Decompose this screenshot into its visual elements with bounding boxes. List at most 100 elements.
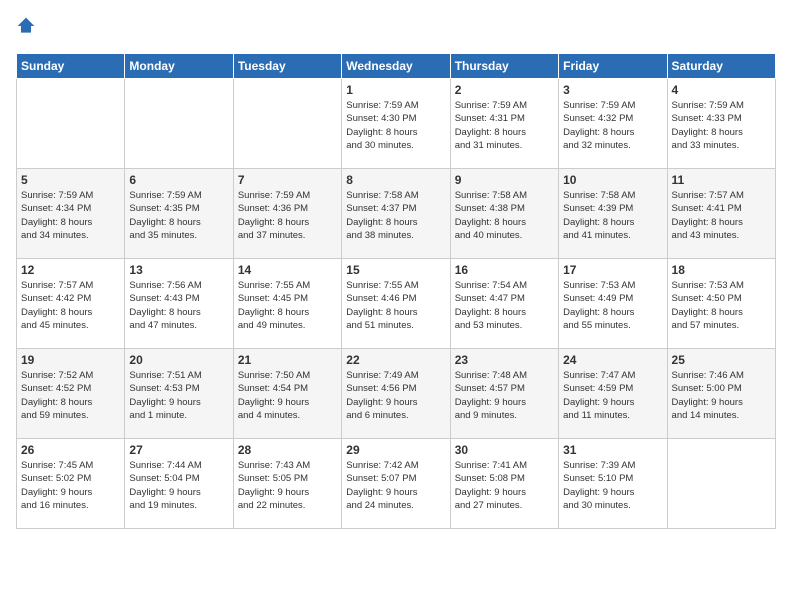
day-number: 28 (238, 443, 337, 457)
weekday-sunday: Sunday (17, 54, 125, 79)
day-info: Sunrise: 7:59 AM Sunset: 4:35 PM Dayligh… (129, 189, 228, 242)
day-number: 11 (672, 173, 771, 187)
calendar-cell: 26 Sunrise: 7:45 AM Sunset: 5:02 PM Dayli… (17, 439, 125, 529)
calendar-cell: 29 Sunrise: 7:42 AM Sunset: 5:07 PM Dayli… (342, 439, 450, 529)
logo (16, 16, 40, 41)
day-info: Sunrise: 7:55 AM Sunset: 4:45 PM Dayligh… (238, 279, 337, 332)
day-number: 4 (672, 83, 771, 97)
day-number: 17 (563, 263, 662, 277)
day-number: 12 (21, 263, 120, 277)
calendar-table: SundayMondayTuesdayWednesdayThursdayFrid… (16, 53, 776, 529)
calendar-cell: 13 Sunrise: 7:56 AM Sunset: 4:43 PM Dayli… (125, 259, 233, 349)
day-number: 30 (455, 443, 554, 457)
day-number: 10 (563, 173, 662, 187)
day-info: Sunrise: 7:41 AM Sunset: 5:08 PM Dayligh… (455, 459, 554, 512)
calendar-cell (667, 439, 775, 529)
page-header (16, 16, 776, 41)
day-number: 29 (346, 443, 445, 457)
day-info: Sunrise: 7:44 AM Sunset: 5:04 PM Dayligh… (129, 459, 228, 512)
calendar-cell: 2 Sunrise: 7:59 AM Sunset: 4:31 PM Daylig… (450, 79, 558, 169)
day-number: 16 (455, 263, 554, 277)
day-number: 2 (455, 83, 554, 97)
calendar-cell: 27Sunrise: 7:44 AM Sunset: 5:04 PM Dayli… (125, 439, 233, 529)
day-info: Sunrise: 7:42 AM Sunset: 5:07 PM Dayligh… (346, 459, 445, 512)
calendar-cell: 16 Sunrise: 7:54 AM Sunset: 4:47 PM Dayli… (450, 259, 558, 349)
weekday-thursday: Thursday (450, 54, 558, 79)
day-info: Sunrise: 7:58 AM Sunset: 4:37 PM Dayligh… (346, 189, 445, 242)
calendar-cell: 31 Sunrise: 7:39 AM Sunset: 5:10 PM Dayli… (559, 439, 667, 529)
day-info: Sunrise: 7:50 AM Sunset: 4:54 PM Dayligh… (238, 369, 337, 422)
day-number: 15 (346, 263, 445, 277)
day-number: 20 (129, 353, 228, 367)
day-info: Sunrise: 7:57 AM Sunset: 4:41 PM Dayligh… (672, 189, 771, 242)
day-info: Sunrise: 7:48 AM Sunset: 4:57 PM Dayligh… (455, 369, 554, 422)
calendar-cell: 19 Sunrise: 7:52 AM Sunset: 4:52 PM Dayli… (17, 349, 125, 439)
calendar-cell: 22 Sunrise: 7:49 AM Sunset: 4:56 PM Dayli… (342, 349, 450, 439)
calendar-cell: 20 Sunrise: 7:51 AM Sunset: 4:53 PM Dayli… (125, 349, 233, 439)
calendar-cell: 17 Sunrise: 7:53 AM Sunset: 4:49 PM Dayli… (559, 259, 667, 349)
day-number: 26 (21, 443, 120, 457)
day-info: Sunrise: 7:45 AM Sunset: 5:02 PM Dayligh… (21, 459, 120, 512)
day-info: Sunrise: 7:54 AM Sunset: 4:47 PM Dayligh… (455, 279, 554, 332)
calendar-week-4: 19 Sunrise: 7:52 AM Sunset: 4:52 PM Dayli… (17, 349, 776, 439)
weekday-friday: Friday (559, 54, 667, 79)
day-info: Sunrise: 7:39 AM Sunset: 5:10 PM Dayligh… (563, 459, 662, 512)
calendar-cell (125, 79, 233, 169)
calendar-cell: 11 Sunrise: 7:57 AM Sunset: 4:41 PM Dayli… (667, 169, 775, 259)
calendar-week-5: 26 Sunrise: 7:45 AM Sunset: 5:02 PM Dayli… (17, 439, 776, 529)
day-info: Sunrise: 7:59 AM Sunset: 4:36 PM Dayligh… (238, 189, 337, 242)
calendar-cell: 15 Sunrise: 7:55 AM Sunset: 4:46 PM Dayli… (342, 259, 450, 349)
calendar-cell: 7 Sunrise: 7:59 AM Sunset: 4:36 PM Daylig… (233, 169, 341, 259)
day-info: Sunrise: 7:59 AM Sunset: 4:31 PM Dayligh… (455, 99, 554, 152)
day-number: 18 (672, 263, 771, 277)
calendar-cell: 10 Sunrise: 7:58 AM Sunset: 4:39 PM Dayli… (559, 169, 667, 259)
calendar-cell: 28Sunrise: 7:43 AM Sunset: 5:05 PM Dayli… (233, 439, 341, 529)
calendar-cell (17, 79, 125, 169)
calendar-cell: 4 Sunrise: 7:59 AM Sunset: 4:33 PM Daylig… (667, 79, 775, 169)
day-info: Sunrise: 7:59 AM Sunset: 4:34 PM Dayligh… (21, 189, 120, 242)
day-info: Sunrise: 7:59 AM Sunset: 4:32 PM Dayligh… (563, 99, 662, 152)
weekday-saturday: Saturday (667, 54, 775, 79)
day-number: 6 (129, 173, 228, 187)
calendar-cell: 1 Sunrise: 7:59 AM Sunset: 4:30 PM Daylig… (342, 79, 450, 169)
day-number: 23 (455, 353, 554, 367)
calendar-cell: 12 Sunrise: 7:57 AM Sunset: 4:42 PM Dayli… (17, 259, 125, 349)
calendar-cell: 21 Sunrise: 7:50 AM Sunset: 4:54 PM Dayli… (233, 349, 341, 439)
calendar-cell: 23 Sunrise: 7:48 AM Sunset: 4:57 PM Dayli… (450, 349, 558, 439)
day-number: 3 (563, 83, 662, 97)
day-number: 7 (238, 173, 337, 187)
day-number: 21 (238, 353, 337, 367)
day-number: 13 (129, 263, 228, 277)
day-info: Sunrise: 7:53 AM Sunset: 4:49 PM Dayligh… (563, 279, 662, 332)
day-number: 19 (21, 353, 120, 367)
day-number: 5 (21, 173, 120, 187)
day-info: Sunrise: 7:55 AM Sunset: 4:46 PM Dayligh… (346, 279, 445, 332)
day-number: 25 (672, 353, 771, 367)
day-info: Sunrise: 7:58 AM Sunset: 4:38 PM Dayligh… (455, 189, 554, 242)
day-info: Sunrise: 7:49 AM Sunset: 4:56 PM Dayligh… (346, 369, 445, 422)
calendar-cell: 9 Sunrise: 7:58 AM Sunset: 4:38 PM Daylig… (450, 169, 558, 259)
day-info: Sunrise: 7:59 AM Sunset: 4:33 PM Dayligh… (672, 99, 771, 152)
day-number: 1 (346, 83, 445, 97)
day-info: Sunrise: 7:59 AM Sunset: 4:30 PM Dayligh… (346, 99, 445, 152)
day-number: 14 (238, 263, 337, 277)
calendar-cell: 25Sunrise: 7:46 AM Sunset: 5:00 PM Dayli… (667, 349, 775, 439)
day-number: 22 (346, 353, 445, 367)
day-number: 24 (563, 353, 662, 367)
day-number: 9 (455, 173, 554, 187)
weekday-header-row: SundayMondayTuesdayWednesdayThursdayFrid… (17, 54, 776, 79)
day-number: 31 (563, 443, 662, 457)
calendar-cell: 30 Sunrise: 7:41 AM Sunset: 5:08 PM Dayli… (450, 439, 558, 529)
day-info: Sunrise: 7:51 AM Sunset: 4:53 PM Dayligh… (129, 369, 228, 422)
day-info: Sunrise: 7:52 AM Sunset: 4:52 PM Dayligh… (21, 369, 120, 422)
day-info: Sunrise: 7:57 AM Sunset: 4:42 PM Dayligh… (21, 279, 120, 332)
weekday-tuesday: Tuesday (233, 54, 341, 79)
calendar-cell: 8Sunrise: 7:58 AM Sunset: 4:37 PM Daylig… (342, 169, 450, 259)
day-info: Sunrise: 7:53 AM Sunset: 4:50 PM Dayligh… (672, 279, 771, 332)
weekday-wednesday: Wednesday (342, 54, 450, 79)
day-info: Sunrise: 7:58 AM Sunset: 4:39 PM Dayligh… (563, 189, 662, 242)
day-info: Sunrise: 7:56 AM Sunset: 4:43 PM Dayligh… (129, 279, 228, 332)
calendar-cell (233, 79, 341, 169)
calendar-cell: 3 Sunrise: 7:59 AM Sunset: 4:32 PM Daylig… (559, 79, 667, 169)
calendar-cell: 18 Sunrise: 7:53 AM Sunset: 4:50 PM Dayli… (667, 259, 775, 349)
